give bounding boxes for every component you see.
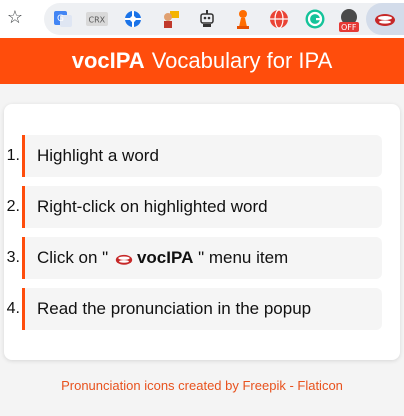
- attribution-link[interactable]: Pronunciation icons created by Freepik -…: [61, 378, 343, 393]
- step-item: 1. Highlight a word: [0, 135, 404, 177]
- crx-icon[interactable]: CRX: [86, 8, 108, 30]
- step-suffix: " menu item: [198, 248, 289, 267]
- popup-header: vocIPA Vocabulary for IPA: [0, 38, 404, 84]
- bookmark-star-icon[interactable]: ☆: [5, 7, 25, 27]
- translate-icon[interactable]: G: [52, 8, 74, 30]
- step-text: Click on " vocIPA " menu item: [22, 237, 382, 279]
- grammarly-icon[interactable]: [304, 8, 326, 30]
- person-sign-icon[interactable]: [160, 8, 182, 30]
- globe-icon[interactable]: [268, 8, 290, 30]
- header-tagline: Vocabulary for IPA: [151, 48, 333, 73]
- off-badge-icon[interactable]: OFF: [338, 8, 360, 34]
- brand-name: vocIPA: [71, 48, 145, 73]
- crx-label: CRX: [89, 16, 106, 25]
- step-number: 3.: [6, 249, 20, 266]
- off-badge-label: OFF: [341, 23, 357, 32]
- step-text: Read the pronunciation in the popup: [22, 288, 382, 330]
- step-number: 2.: [6, 198, 20, 215]
- svg-text:G: G: [57, 14, 64, 24]
- browser-toolbar: ☆ G CRX OFF: [0, 0, 404, 39]
- extension-popup: vocIPA Vocabulary for IPA 1. Highlight a…: [0, 38, 404, 416]
- step-text: Right-click on highlighted word: [22, 186, 382, 228]
- attribution-footer: Pronunciation icons created by Freepik -…: [0, 378, 404, 393]
- blue-cross-icon[interactable]: [122, 8, 144, 30]
- step-text: Highlight a word: [22, 135, 382, 177]
- step-number: 4.: [6, 300, 20, 317]
- step-item: 2. Right-click on highlighted word: [0, 186, 404, 228]
- robot-icon[interactable]: [196, 8, 218, 30]
- chess-pawn-icon[interactable]: [232, 8, 254, 30]
- step-item: 4. Read the pronunciation in the popup: [0, 288, 404, 330]
- lips-menu-icon: [115, 240, 133, 282]
- step-item: 3. Click on " vocIPA " menu item: [0, 237, 404, 279]
- menu-item-name: vocIPA: [136, 248, 194, 267]
- step-prefix: Click on ": [37, 248, 109, 267]
- step-number: 1.: [6, 147, 20, 164]
- vocipa-lips-icon[interactable]: [374, 8, 396, 30]
